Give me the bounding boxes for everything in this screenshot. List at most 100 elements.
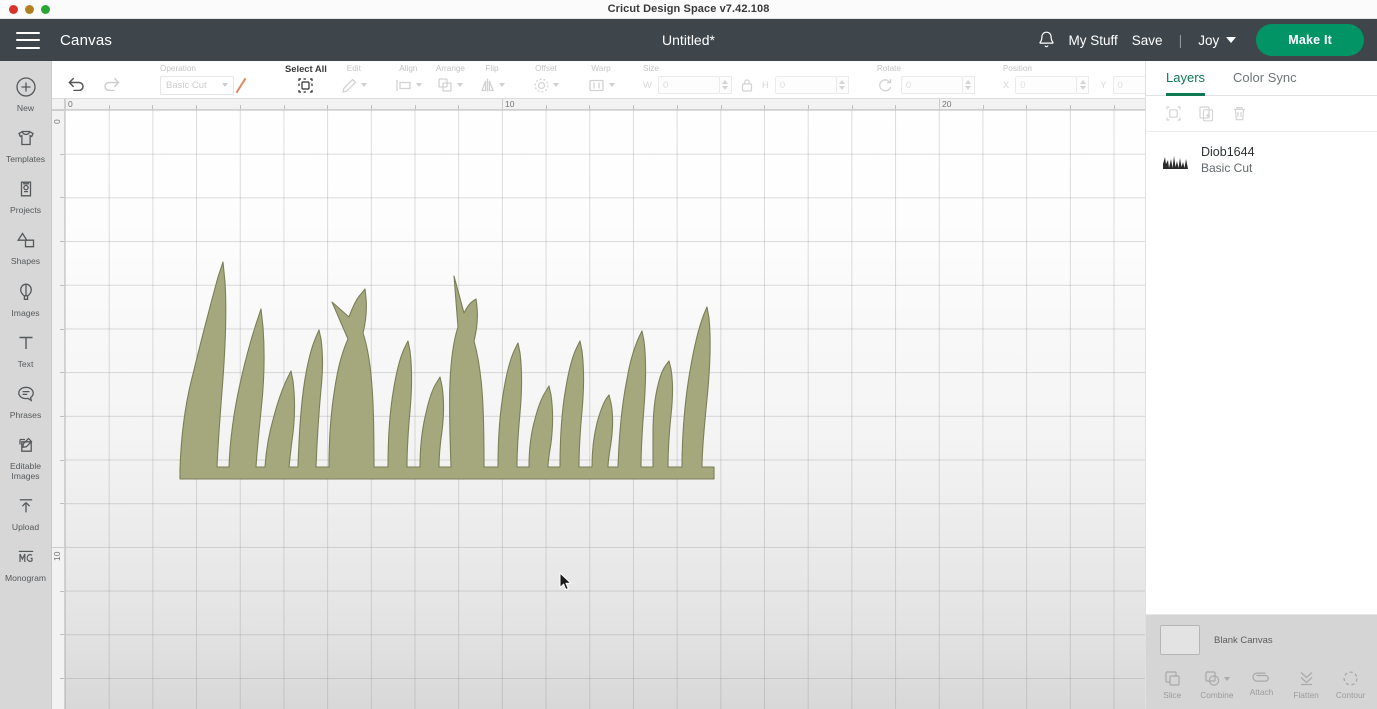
position-x-value[interactable]: 0 bbox=[1015, 76, 1078, 94]
left-rail: New Templates Projects Shapes Images Tex… bbox=[0, 61, 52, 709]
ruler-tick-h bbox=[720, 105, 722, 109]
sidebar-item-text[interactable]: Text bbox=[0, 324, 51, 375]
edit-button[interactable]: Edit bbox=[334, 64, 374, 98]
machine-selector[interactable]: Joy bbox=[1198, 33, 1237, 48]
attach-label: Attach bbox=[1249, 687, 1274, 697]
size-height-stepper[interactable]: 0 bbox=[774, 76, 849, 94]
sidebar-item-images[interactable]: Images bbox=[0, 273, 51, 324]
position-x-stepper[interactable]: 0 bbox=[1015, 76, 1090, 94]
trash-icon[interactable] bbox=[1231, 105, 1248, 122]
grass-artwork[interactable] bbox=[52, 99, 1145, 709]
align-button[interactable]: Align bbox=[388, 64, 429, 98]
make-it-button[interactable]: Make It bbox=[1256, 24, 1364, 56]
sidebar-item-phrases[interactable]: Phrases bbox=[0, 375, 51, 426]
save-button[interactable]: Save bbox=[1132, 33, 1163, 48]
ruler-label-v: 0 bbox=[52, 119, 62, 124]
sidebar-item-new[interactable]: New bbox=[0, 68, 51, 119]
size-width-spinner[interactable] bbox=[719, 76, 732, 94]
flip-icon bbox=[479, 77, 496, 93]
right-panel: Layers Color Sync Diob1644 Basic Cut Bla… bbox=[1145, 61, 1377, 709]
select-all-button[interactable]: Select All bbox=[278, 63, 334, 98]
hamburger-icon[interactable] bbox=[16, 31, 40, 49]
panel-footer: Blank Canvas Slice Combine Attach Flatte… bbox=[1146, 614, 1377, 709]
arrange-icon bbox=[437, 77, 454, 93]
clipboard-icon bbox=[14, 177, 38, 201]
attach-button[interactable]: Attach bbox=[1239, 670, 1284, 697]
sidebar-item-upload[interactable]: Upload bbox=[0, 487, 51, 538]
warp-button[interactable]: Warp bbox=[580, 64, 622, 98]
tshirt-icon bbox=[14, 126, 38, 150]
operation-color-swatch[interactable] bbox=[237, 75, 257, 95]
edit-toolbar: Operation Basic Cut Select All Edit Alig… bbox=[52, 61, 1187, 99]
duplicate-selection-icon[interactable] bbox=[1165, 105, 1182, 122]
sidebar-label-projects: Projects bbox=[9, 205, 42, 216]
monogram-mg-icon bbox=[14, 545, 38, 569]
shapes-icon bbox=[14, 228, 38, 252]
size-height-spinner[interactable] bbox=[836, 76, 849, 94]
ruler-label-v: 10 bbox=[52, 551, 62, 561]
ruler-tick-h bbox=[1113, 105, 1115, 109]
sidebar-label-shapes: Shapes bbox=[10, 256, 41, 267]
lock-icon[interactable] bbox=[741, 78, 753, 93]
arrange-button[interactable]: Arrange bbox=[429, 64, 472, 98]
ruler-vertical[interactable]: 01020 bbox=[52, 110, 65, 709]
document-title[interactable]: Untitled* bbox=[662, 32, 715, 48]
ruler-tick-v bbox=[60, 678, 64, 680]
ruler-tick-h bbox=[283, 105, 285, 109]
operation-group: Operation Basic Cut bbox=[150, 64, 264, 98]
sidebar-item-monogram[interactable]: Monogram bbox=[0, 538, 51, 589]
attach-icon bbox=[1252, 670, 1270, 684]
undo-icon[interactable] bbox=[66, 75, 86, 91]
ruler-tick-h bbox=[370, 105, 372, 109]
size-width-stepper[interactable]: 0 bbox=[657, 76, 732, 94]
duplicate-icon[interactable] bbox=[1198, 105, 1215, 122]
bell-icon[interactable] bbox=[1037, 30, 1056, 50]
ruler-tick-v bbox=[60, 590, 64, 592]
blank-canvas-row[interactable]: Blank Canvas bbox=[1146, 615, 1377, 663]
ruler-corner bbox=[52, 99, 65, 110]
size-width-value[interactable]: 0 bbox=[657, 76, 720, 94]
sidebar-item-editable-images[interactable]: Editable Images bbox=[0, 426, 51, 487]
size-width-label: W bbox=[643, 79, 652, 91]
rotate-icon[interactable] bbox=[877, 77, 893, 93]
ruler-horizontal[interactable]: 010203040 bbox=[65, 99, 1145, 110]
flatten-icon bbox=[1298, 670, 1315, 687]
design-canvas[interactable]: 010203040 01020 bbox=[52, 99, 1145, 709]
layer-list: Diob1644 Basic Cut bbox=[1146, 132, 1377, 614]
tab-color-sync[interactable]: Color Sync bbox=[1233, 70, 1297, 96]
combine-button[interactable]: Combine bbox=[1195, 670, 1240, 700]
sidebar-label-templates: Templates bbox=[5, 154, 46, 165]
size-group: Size W 0 H 0 bbox=[636, 64, 856, 98]
my-stuff-button[interactable]: My Stuff bbox=[1069, 33, 1118, 48]
sidebar-item-templates[interactable]: Templates bbox=[0, 119, 51, 170]
ruler-tick-v bbox=[60, 634, 64, 636]
rotate-value[interactable]: 0 bbox=[900, 76, 963, 94]
size-height-label: H bbox=[761, 79, 769, 91]
rotate-stepper[interactable]: 0 bbox=[900, 76, 975, 94]
flip-button[interactable]: Flip bbox=[472, 64, 512, 98]
blank-canvas-swatch[interactable] bbox=[1160, 625, 1200, 655]
ruler-tick-v bbox=[60, 284, 64, 286]
position-y-label: Y bbox=[1100, 79, 1107, 91]
chevron-down-icon bbox=[499, 83, 505, 87]
rotate-spinner[interactable] bbox=[962, 76, 975, 94]
ruler-tick-v bbox=[60, 503, 64, 505]
blank-canvas-label: Blank Canvas bbox=[1214, 634, 1273, 646]
offset-button[interactable]: Offset bbox=[526, 64, 566, 98]
size-height-value[interactable]: 0 bbox=[774, 76, 837, 94]
position-x-spinner[interactable] bbox=[1077, 76, 1090, 94]
sidebar-item-shapes[interactable]: Shapes bbox=[0, 221, 51, 272]
ruler-tick-h bbox=[895, 105, 897, 109]
sidebar-item-projects[interactable]: Projects bbox=[0, 170, 51, 221]
operation-select[interactable]: Basic Cut bbox=[160, 75, 234, 95]
redo-icon[interactable] bbox=[102, 75, 122, 91]
layer-row[interactable]: Diob1644 Basic Cut bbox=[1146, 132, 1377, 188]
slice-button[interactable]: Slice bbox=[1150, 670, 1195, 700]
sidebar-label-text: Text bbox=[17, 358, 34, 369]
plus-circle-icon bbox=[14, 75, 38, 99]
tab-layers[interactable]: Layers bbox=[1166, 70, 1206, 96]
ruler-tick-h bbox=[676, 105, 678, 109]
flatten-button[interactable]: Flatten bbox=[1284, 670, 1329, 700]
combine-icon bbox=[1204, 670, 1230, 687]
contour-button[interactable]: Contour bbox=[1328, 670, 1373, 700]
